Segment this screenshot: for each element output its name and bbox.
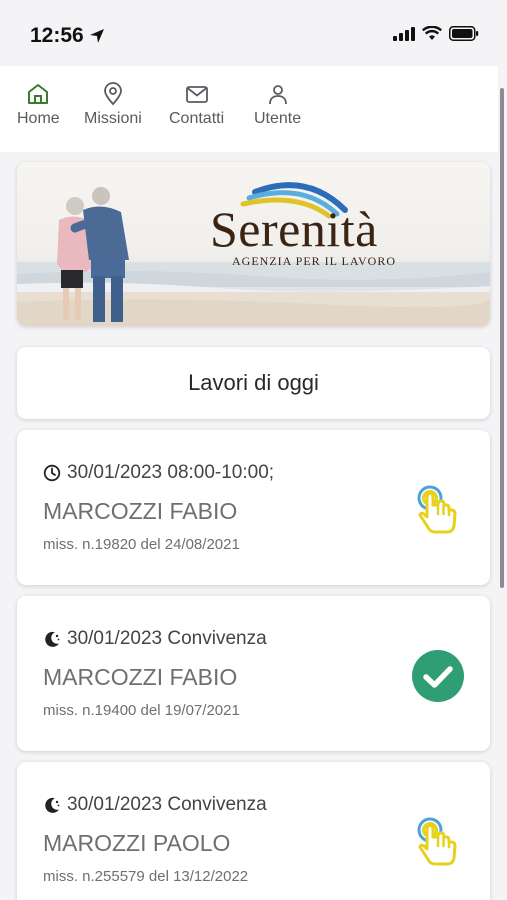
nav-item-contatti[interactable]: Contatti (169, 82, 224, 128)
section-title: Lavori di oggi (188, 370, 319, 395)
nav-label-home: Home (17, 110, 60, 127)
job-card[interactable]: 30/01/2023 Convivenza MARCOZZI FABIO mis… (17, 596, 490, 751)
job-action-button[interactable] (410, 814, 466, 870)
location-pin-icon (103, 82, 122, 106)
job-date-text: 30/01/2023 Convivenza (67, 628, 267, 649)
mail-icon (185, 86, 208, 103)
nav-label-utente: Utente (254, 110, 302, 127)
job-client-name: MARCOZZI FABIO (43, 498, 238, 524)
tap-hand-icon (417, 485, 457, 534)
brand-banner: Serenità AGENZIA PER IL LAVORO (17, 162, 490, 326)
clock-icon (43, 464, 61, 482)
job-card[interactable]: 30/01/2023 08:00-10:00; MARCOZZI FABIO m… (17, 430, 490, 585)
top-nav-bar: Home Missioni Contatti Utente (0, 66, 498, 152)
job-action-button[interactable] (410, 482, 466, 538)
job-mission-ref: miss. n.19400 del 19/07/2021 (43, 702, 240, 719)
job-mission-ref: miss. n.255579 del 13/12/2022 (43, 868, 249, 885)
job-client-name: MARCOZZI FABIO (43, 664, 238, 690)
nav-label-missioni: Missioni (84, 110, 142, 127)
section-title-card: Lavori di oggi (17, 347, 490, 419)
location-arrow-icon (89, 29, 104, 43)
job-client-name: MAROZZI PAOLO (43, 830, 231, 856)
job-date-text: 30/01/2023 Convivenza (67, 794, 267, 815)
check-icon (412, 650, 464, 702)
status-time: 12:56 (30, 24, 105, 48)
job-card[interactable]: 30/01/2023 Convivenza MAROZZI PAOLO miss… (17, 762, 490, 900)
moon-icon (45, 631, 60, 647)
scrollbar[interactable] (500, 88, 504, 588)
nav-item-home[interactable]: Home (17, 82, 60, 128)
nav-label-contatti: Contatti (169, 110, 225, 127)
signal-icon (393, 26, 415, 41)
job-status-completed[interactable] (410, 648, 466, 704)
job-date-row: 30/01/2023 Convivenza (43, 628, 267, 650)
brand-tagline: AGENZIA PER IL LAVORO (232, 254, 396, 268)
user-icon (268, 85, 287, 105)
home-icon (28, 84, 49, 104)
status-time-text: 12:56 (30, 24, 84, 47)
job-mission-ref: miss. n.19820 del 24/08/2021 (43, 536, 240, 553)
job-date-row: 30/01/2023 08:00-10:00; (43, 462, 274, 484)
battery-icon (449, 26, 479, 41)
nav-item-utente[interactable]: Utente (254, 82, 301, 128)
nav-item-missioni[interactable]: Missioni (84, 82, 142, 128)
tap-hand-icon (417, 817, 457, 866)
job-date-row: 30/01/2023 Convivenza (43, 794, 267, 816)
job-date-text: 30/01/2023 08:00-10:00; (67, 462, 275, 483)
brand-name: Serenità (210, 201, 378, 257)
status-icons (393, 26, 479, 41)
status-bar: 12:56 (0, 0, 507, 70)
moon-icon (45, 797, 60, 813)
wifi-icon (422, 26, 442, 40)
